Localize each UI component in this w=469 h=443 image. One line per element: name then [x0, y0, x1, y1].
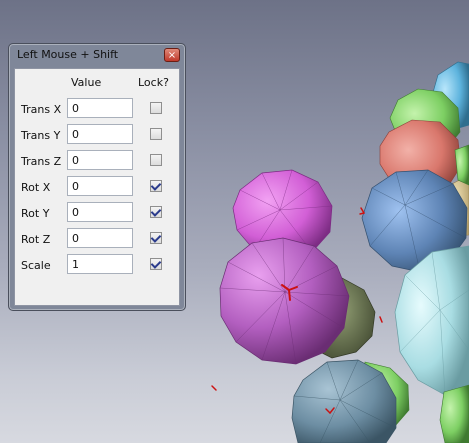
scale-label: Scale: [21, 259, 51, 272]
checkmark-icon: [150, 180, 162, 191]
rot-z-label: Rot Z: [21, 233, 51, 246]
rot-y-input[interactable]: 0: [67, 202, 133, 222]
title-bar[interactable]: Left Mouse + Shift ×: [9, 44, 185, 66]
dialog-title: Left Mouse + Shift: [17, 48, 119, 61]
value-column-header: Value: [71, 76, 102, 89]
trans-x-label: Trans X: [21, 103, 62, 116]
row-rot-z: Rot Z 0: [15, 228, 179, 250]
checkmark-icon: [150, 232, 162, 243]
trans-x-lock-checkbox[interactable]: [150, 102, 162, 114]
trans-z-lock-checkbox[interactable]: [150, 154, 162, 166]
rot-y-label: Rot Y: [21, 207, 50, 220]
sphere-purple[interactable]: [219, 237, 350, 365]
close-button[interactable]: ×: [164, 48, 180, 62]
scale-lock-checkbox[interactable]: [150, 258, 162, 270]
dialog-client-area: Value Lock? Trans X 0 Trans Y 0 Trans Z …: [14, 68, 180, 306]
scale-input[interactable]: 1: [67, 254, 133, 274]
rot-z-lock-checkbox[interactable]: [150, 232, 162, 244]
row-scale: Scale 1: [15, 254, 179, 276]
sphere-green-right[interactable]: [454, 144, 469, 186]
row-trans-y: Trans Y 0: [15, 124, 179, 146]
rot-y-lock-checkbox[interactable]: [150, 206, 162, 218]
rot-x-input[interactable]: 0: [67, 176, 133, 196]
trans-z-input[interactable]: 0: [67, 150, 133, 170]
row-rot-x: Rot X 0: [15, 176, 179, 198]
transform-dialog[interactable]: Left Mouse + Shift × Value Lock? Trans X…: [8, 43, 186, 311]
trans-y-lock-checkbox[interactable]: [150, 128, 162, 140]
checkmark-icon: [150, 206, 162, 217]
trans-x-input[interactable]: 0: [67, 98, 133, 118]
checkmark-icon: [150, 258, 162, 269]
sphere-slate[interactable]: [291, 359, 397, 443]
trans-y-label: Trans Y: [21, 129, 61, 142]
lock-column-header: Lock?: [138, 76, 169, 89]
rot-x-lock-checkbox[interactable]: [150, 180, 162, 192]
rot-x-label: Rot X: [21, 181, 51, 194]
row-trans-x: Trans X 0: [15, 98, 179, 120]
row-trans-z: Trans Z 0: [15, 150, 179, 172]
trans-y-input[interactable]: 0: [67, 124, 133, 144]
trans-z-label: Trans Z: [21, 155, 62, 168]
sphere-lime[interactable]: [439, 384, 469, 443]
rot-z-input[interactable]: 0: [67, 228, 133, 248]
row-rot-y: Rot Y 0: [15, 202, 179, 224]
close-icon: ×: [167, 50, 177, 61]
